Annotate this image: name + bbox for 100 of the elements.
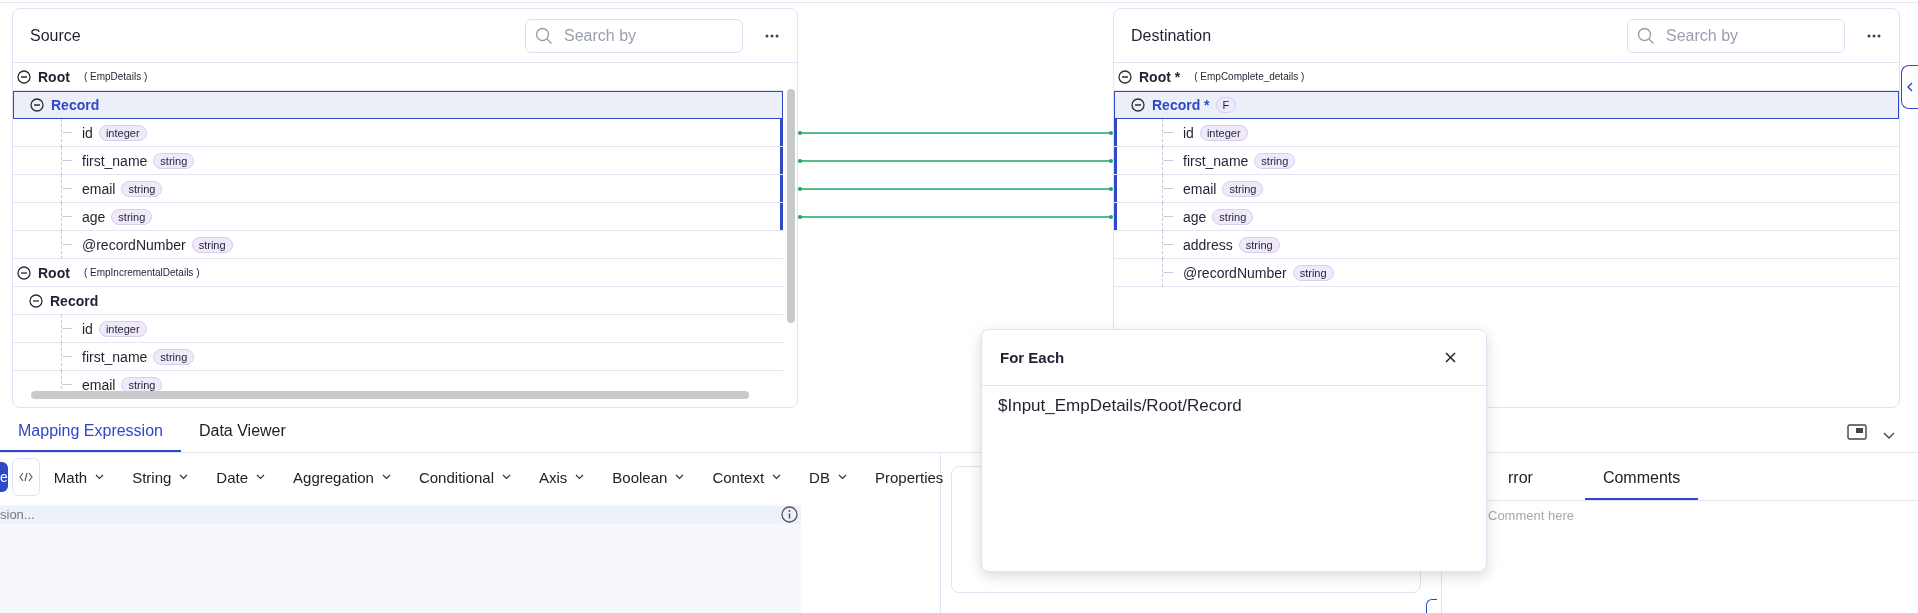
tab[interactable]: Mapping Expression	[0, 422, 181, 452]
menu-button[interactable]: Math	[39, 468, 119, 486]
tree-row[interactable]: id integer	[13, 119, 783, 147]
run-button[interactable]: e	[0, 462, 8, 492]
chevron-down-icon	[675, 474, 685, 480]
tree-row[interactable]: address string	[1114, 231, 1899, 259]
schema-name: ( EmpComplete_details )	[1194, 71, 1305, 82]
menu-button[interactable]: DB	[795, 468, 861, 486]
tab[interactable]: Data Viewer	[180, 422, 304, 452]
tree-row[interactable]: first_name string	[13, 147, 783, 175]
type-badge: string	[1254, 152, 1296, 169]
tab[interactable]: Comments	[1584, 469, 1699, 500]
layout-icon[interactable]	[1847, 424, 1867, 440]
collapse-icon[interactable]	[1118, 69, 1132, 84]
tree-row[interactable]: age string	[1114, 203, 1899, 231]
type-badge: string	[111, 208, 153, 225]
tree-row[interactable]: email string	[1114, 175, 1899, 203]
menu-button[interactable]: Aggregation	[279, 468, 405, 486]
type-badge: integer	[1199, 124, 1248, 141]
tree-row[interactable]: id integer	[13, 315, 783, 343]
type-badge: string	[1222, 180, 1264, 197]
menu-button[interactable]: Context	[698, 468, 796, 486]
chevron-down-icon	[502, 474, 511, 480]
chevron-left-icon	[1907, 82, 1913, 92]
tree-row[interactable]: Root ( EmpIncrementalDetails )	[13, 259, 783, 287]
node-label: email	[82, 180, 116, 197]
node-label: first_name	[82, 152, 148, 169]
menu-button[interactable]: String	[118, 468, 203, 486]
panel-title: Source	[30, 26, 82, 45]
schema-name: ( EmpIncrementalDetails )	[83, 267, 200, 278]
panel-title: Destination	[1131, 26, 1213, 45]
collapse-icon[interactable]	[30, 98, 44, 112]
tab[interactable]: rror	[1490, 469, 1551, 500]
type-badge: string	[153, 152, 195, 169]
tree-row[interactable]: Record	[13, 91, 783, 119]
node-label: age	[82, 208, 106, 225]
tree-row[interactable]: Record * F	[1114, 91, 1899, 119]
chevron-down-icon	[381, 474, 391, 480]
tree-row[interactable]: first_name string	[1114, 147, 1899, 175]
schema-name: ( EmpDetails )	[83, 71, 148, 82]
chevron-down-icon	[179, 474, 189, 480]
collapse-handle[interactable]	[1901, 65, 1918, 109]
search-icon	[1637, 26, 1655, 45]
more-icon[interactable]	[765, 33, 779, 38]
chevron-down-icon[interactable]	[1883, 432, 1895, 440]
type-badge: string	[191, 236, 233, 253]
tree-row[interactable]: Record	[13, 287, 783, 315]
type-badge: string	[1238, 236, 1280, 253]
collapse-icon[interactable]	[17, 69, 31, 84]
node-label: Record	[50, 292, 99, 309]
node-label: @recordNumber	[82, 236, 186, 253]
search-field[interactable]: Search by	[525, 18, 743, 53]
menu-button[interactable]: Date	[202, 468, 280, 486]
node-label: email	[82, 376, 116, 393]
type-badge: string	[121, 376, 163, 393]
menu-button[interactable]: Boolean	[598, 468, 699, 486]
chevron-down-icon	[837, 474, 847, 480]
tree-row[interactable]: id integer	[1114, 119, 1899, 147]
node-label: Record	[51, 97, 100, 113]
chevron-down-icon	[772, 474, 782, 480]
node-label: first_name	[1183, 152, 1249, 169]
node-label: Record *	[1152, 97, 1210, 113]
tree-row[interactable]: @recordNumber string	[1114, 259, 1899, 287]
chevron-down-icon	[256, 474, 266, 480]
tree-row[interactable]: first_name string	[13, 343, 783, 371]
more-icon[interactable]	[1867, 33, 1881, 38]
node-label: id	[1183, 124, 1194, 141]
expression-field[interactable]: sion...	[0, 505, 801, 524]
chevron-down-icon	[95, 474, 105, 480]
collapse-icon[interactable]	[17, 265, 31, 280]
scrollbar[interactable]	[31, 391, 749, 399]
tree-row[interactable]: @recordNumber string	[13, 231, 783, 259]
node-label: Root	[38, 264, 70, 281]
menu-button[interactable]: Axis	[525, 468, 599, 486]
expression-editor[interactable]: $Input_EmpDetails/Root/Record	[982, 386, 1486, 426]
node-label: first_name	[82, 348, 148, 365]
node-label: id	[82, 124, 93, 141]
menu-button[interactable]: Conditional	[404, 468, 525, 486]
search-field[interactable]: Search by	[1627, 18, 1845, 53]
code-button[interactable]	[11, 458, 40, 496]
collapse-icon[interactable]	[1131, 98, 1145, 112]
type-badge: string	[121, 180, 163, 197]
scrollbar[interactable]	[787, 89, 795, 323]
node-label: Root	[38, 68, 70, 85]
node-label: email	[1183, 180, 1217, 197]
type-badge: integer	[98, 320, 147, 337]
type-badge: string	[1212, 208, 1254, 225]
type-badge: F	[1215, 97, 1237, 113]
chevron-down-icon	[575, 474, 585, 480]
menu-button[interactable]: Properties	[860, 468, 958, 486]
tree-row[interactable]: age string	[13, 203, 783, 231]
type-badge: integer	[98, 124, 147, 141]
close-icon[interactable]	[1445, 352, 1456, 363]
node-label: age	[1183, 208, 1207, 225]
node-label: address	[1183, 236, 1233, 253]
code-icon	[18, 472, 33, 482]
collapse-icon[interactable]	[29, 293, 43, 308]
info-icon[interactable]	[781, 506, 798, 523]
type-badge: string	[153, 348, 195, 365]
tree-row[interactable]: email string	[13, 175, 783, 203]
